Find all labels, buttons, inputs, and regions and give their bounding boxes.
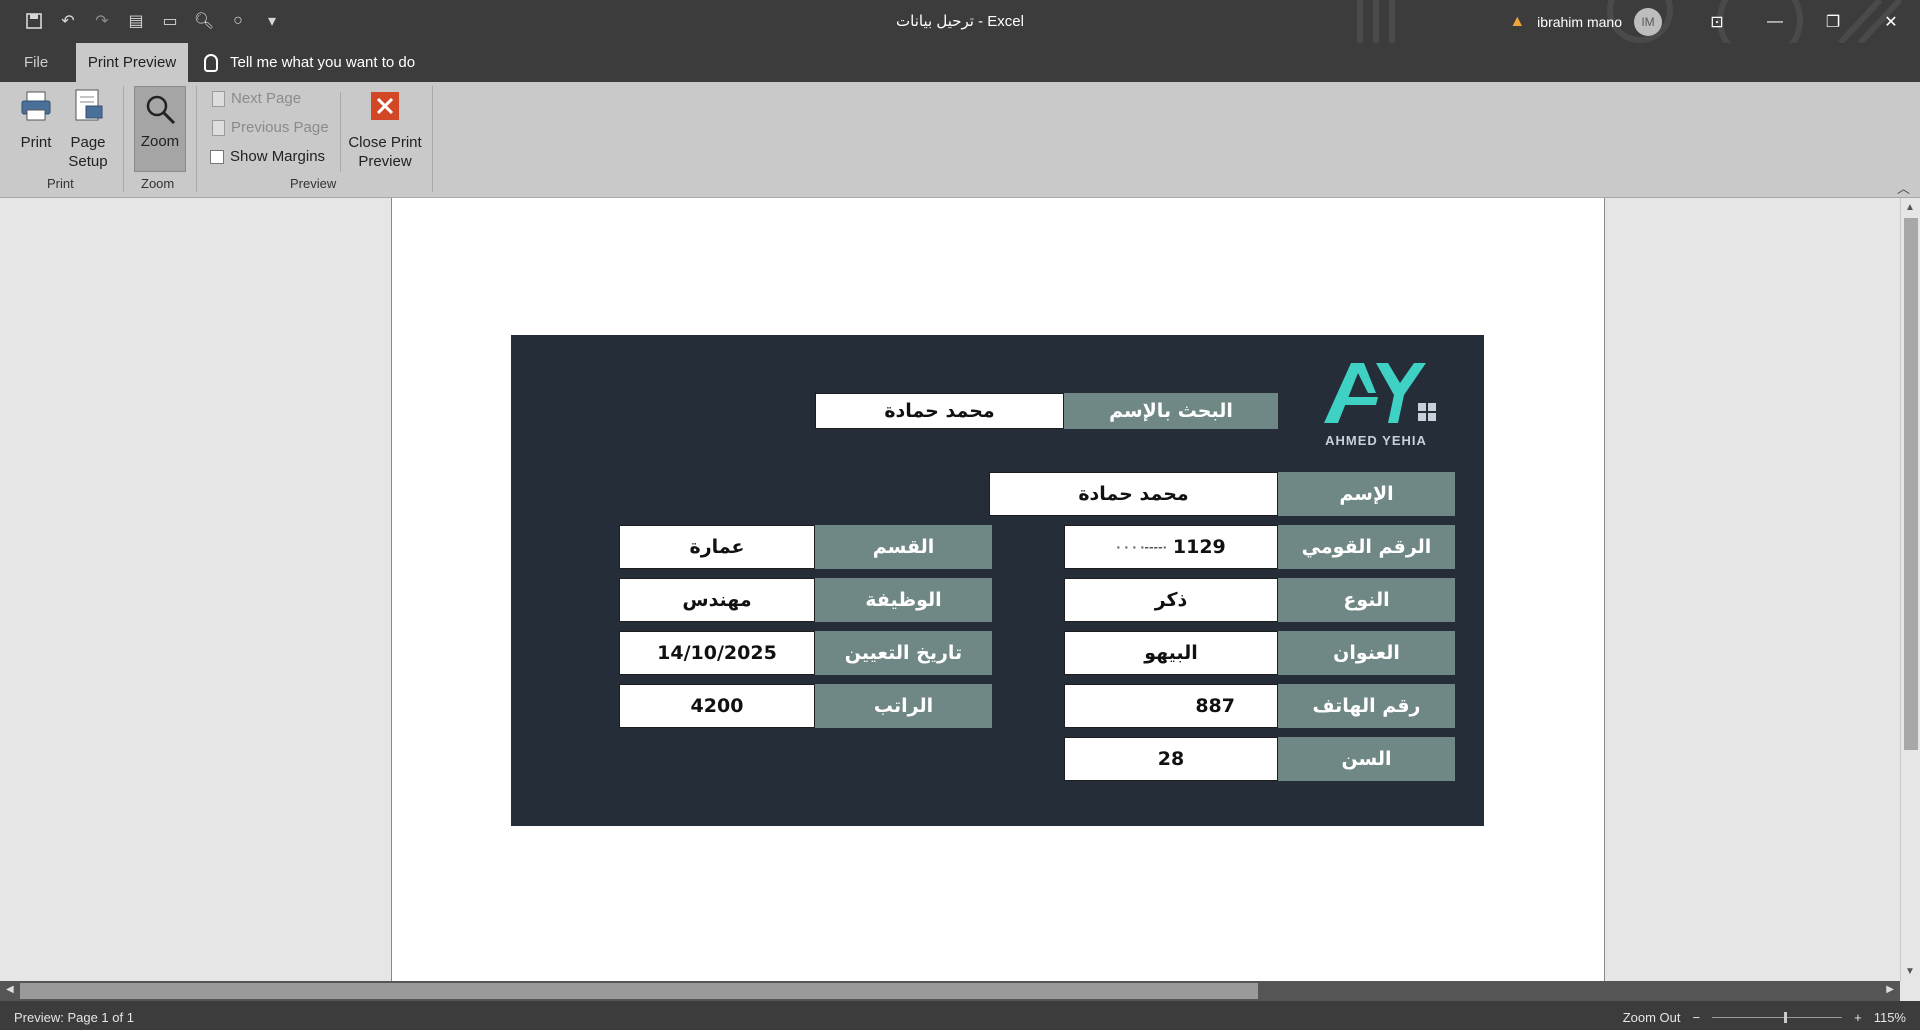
close-label-1: Close Print <box>348 134 422 151</box>
close-icon[interactable]: ✕ <box>1862 0 1920 43</box>
salary-field[interactable]: 4200 <box>619 684 815 728</box>
account-area[interactable]: ▲ ibrahim mano IM <box>1509 8 1662 36</box>
zoom-slider[interactable] <box>1712 1012 1843 1023</box>
page-setup-button[interactable]: Page Setup <box>64 88 112 171</box>
next-page-button[interactable]: Next Page <box>212 90 301 107</box>
ribbon-separator <box>340 92 341 172</box>
collapse-ribbon-icon[interactable]: ︿ <box>1897 178 1910 197</box>
scroll-right-icon[interactable]: ▶ <box>1886 984 1894 995</box>
zoom-label: Zoom <box>140 133 180 150</box>
employee-form: AHMED YEHIA البحث بالإسم محمد حمادة الإس… <box>511 335 1484 826</box>
scroll-down-icon[interactable]: ▼ <box>1905 966 1915 977</box>
national-id-label: الرقم القومي <box>1278 525 1455 569</box>
status-bar: Preview: Page 1 of 1 Zoom Out − + 115% <box>0 1001 1920 1030</box>
zoom-slider-knob[interactable] <box>1784 1012 1788 1023</box>
page-setup-label-2: Setup <box>68 153 108 170</box>
national-id-field[interactable]: · · · ·----· 1129 <box>1064 525 1278 569</box>
logo-mark <box>1324 363 1436 423</box>
horizontal-scrollbar[interactable]: ◀ ▶ <box>0 981 1900 1001</box>
zoom-minus-icon[interactable]: − <box>1693 1010 1701 1025</box>
ribbon-separator <box>123 86 124 192</box>
previous-page-icon <box>212 119 225 136</box>
ribbon-separator <box>196 86 197 192</box>
brand-name: AHMED YEHIA <box>1325 433 1427 448</box>
search-label: البحث بالإسم <box>1064 393 1278 429</box>
checkbox-icon[interactable] <box>210 149 224 164</box>
next-page-icon <box>212 90 225 107</box>
national-id-value: 1129 <box>1172 536 1226 558</box>
gender-label: النوع <box>1278 578 1455 622</box>
tell-me-label: Tell me what you want to do <box>230 54 416 71</box>
group-label-zoom: Zoom <box>141 176 175 191</box>
minimize-icon[interactable]: — <box>1746 0 1804 43</box>
preview-status: Preview: Page 1 of 1 <box>14 1010 134 1025</box>
search-input[interactable]: محمد حمادة <box>815 393 1064 429</box>
vertical-scrollbar[interactable]: ▲ ▼ <box>1900 198 1920 981</box>
zoom-controls: Zoom Out − + 115% <box>1623 1010 1906 1025</box>
print-button[interactable]: Print <box>16 88 56 152</box>
show-margins-label: Show Margins <box>230 148 326 165</box>
ribbon-tabs: File Print Preview Tell me what you want… <box>0 43 1920 82</box>
page-setup-icon <box>75 89 103 121</box>
zoom-plus-icon[interactable]: + <box>1854 1010 1862 1025</box>
zoom-level[interactable]: 115% <box>1874 1010 1906 1025</box>
job-label: الوظيفة <box>815 578 992 622</box>
print-page: AHMED YEHIA البحث بالإسم محمد حمادة الإس… <box>391 198 1605 981</box>
tab-print-preview[interactable]: Print Preview <box>76 43 188 82</box>
previous-page-label: Previous Page <box>231 119 329 136</box>
horizontal-scroll-thumb[interactable] <box>20 983 1258 999</box>
preview-workspace: AHMED YEHIA البحث بالإسم محمد حمادة الإس… <box>0 198 1900 981</box>
phone-field[interactable]: 887 <box>1064 684 1278 728</box>
print-label: Print <box>20 134 52 151</box>
scroll-up-icon[interactable]: ▲ <box>1905 202 1915 213</box>
restore-icon[interactable]: ❐ <box>1804 0 1862 43</box>
phone-label: رقم الهاتف <box>1278 684 1455 728</box>
name-field[interactable]: محمد حمادة <box>989 472 1278 516</box>
address-label: العنوان <box>1278 631 1455 675</box>
vertical-scroll-thumb[interactable] <box>1904 218 1918 750</box>
tab-file[interactable]: File <box>24 43 48 82</box>
lightbulb-icon <box>204 53 218 72</box>
ribbon-display-icon[interactable]: ⊡ <box>1688 0 1746 43</box>
printer-icon <box>21 91 51 121</box>
warning-icon[interactable]: ▲ <box>1509 13 1525 31</box>
avatar[interactable]: IM <box>1634 8 1662 36</box>
window-controls: ⊡ — ❐ ✕ <box>1688 0 1920 43</box>
previous-page-button[interactable]: Previous Page <box>212 119 329 136</box>
job-field[interactable]: مهندس <box>619 578 815 622</box>
user-name[interactable]: ibrahim mano <box>1537 14 1622 30</box>
magnifier-icon <box>146 95 176 125</box>
title-bar: ↶ ↷ ▤ ▭ 🔍︎ ○ ▾ ترحيل بيانات - Excel ▲ ib… <box>0 0 1920 43</box>
scroll-left-icon[interactable]: ◀ <box>6 984 14 995</box>
name-label: الإسم <box>1278 472 1455 516</box>
masked-digits: · · · ·----· <box>1116 540 1167 554</box>
department-field[interactable]: عمارة <box>619 525 815 569</box>
zoom-out-label[interactable]: Zoom Out <box>1623 1010 1681 1025</box>
salary-label: الراتب <box>815 684 992 728</box>
hire-date-label: تاريخ التعيين <box>815 631 992 675</box>
close-label-2: Preview <box>358 153 412 170</box>
hire-date-field[interactable]: 14/10/2025 <box>619 631 815 675</box>
age-field[interactable]: 28 <box>1064 737 1278 781</box>
close-preview-icon <box>371 92 399 120</box>
ribbon-separator <box>432 86 433 192</box>
brand-logo: AHMED YEHIA <box>1306 353 1446 453</box>
close-print-preview-button[interactable]: Close Print Preview <box>346 88 424 171</box>
page-setup-label-1: Page <box>70 134 106 151</box>
gender-field[interactable]: ذكر <box>1064 578 1278 622</box>
group-label-preview: Preview <box>290 176 337 191</box>
zoom-button[interactable]: Zoom <box>134 86 186 172</box>
ribbon: Print Page Setup Print Zoom Zoom Next Pa… <box>0 82 1920 198</box>
address-field[interactable]: البيهو <box>1064 631 1278 675</box>
tell-me-search[interactable]: Tell me what you want to do <box>204 43 415 82</box>
department-label: القسم <box>815 525 992 569</box>
age-label: السن <box>1278 737 1455 781</box>
show-margins-checkbox[interactable]: Show Margins <box>210 148 325 165</box>
group-label-print: Print <box>47 176 74 191</box>
next-page-label: Next Page <box>231 90 302 107</box>
